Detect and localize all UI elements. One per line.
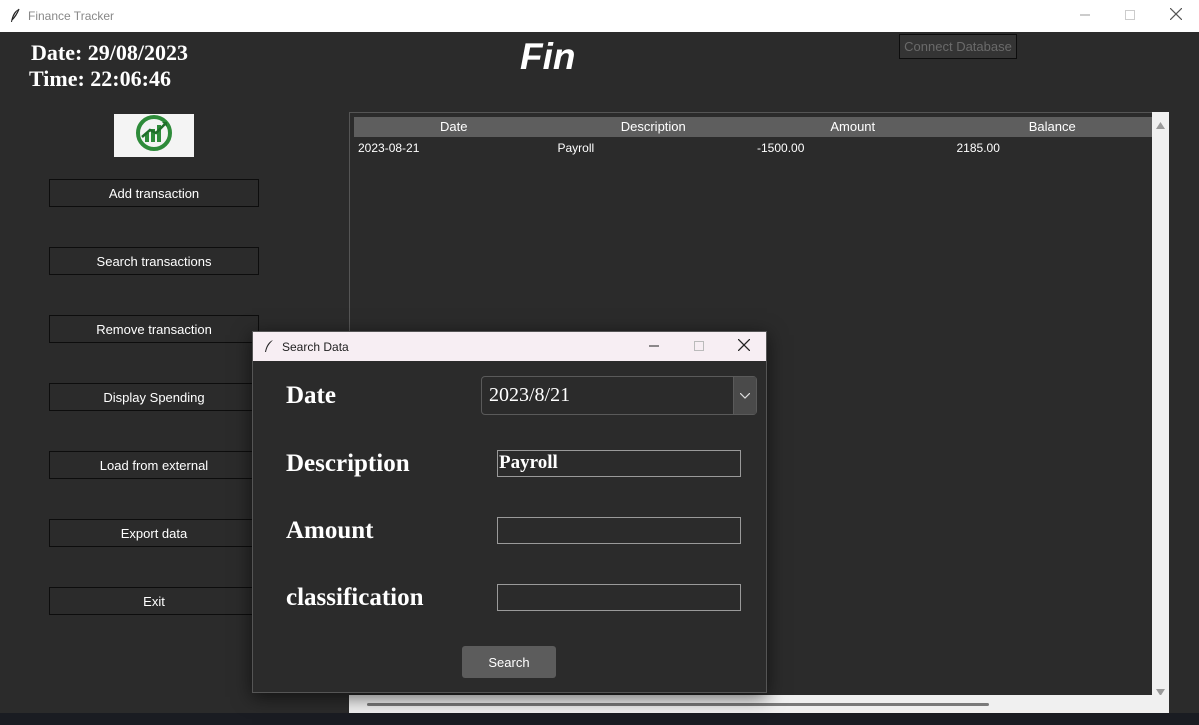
close-icon [737, 338, 750, 356]
logo-chart-icon [134, 113, 174, 158]
search-data-dialog: Search Data Date 2023/8/21 Description P… [252, 331, 767, 693]
dialog-minimize-button[interactable] [631, 332, 676, 361]
chevron-down-icon[interactable] [733, 377, 756, 414]
minimize-icon [648, 338, 659, 356]
date-select-value: 2023/8/21 [489, 384, 571, 406]
exit-button[interactable]: Exit [49, 587, 259, 615]
minimize-icon [1080, 7, 1090, 25]
close-button[interactable] [1153, 0, 1199, 32]
load-external-button[interactable]: Load from external [49, 451, 259, 479]
titlebar: Finance Tracker [0, 0, 1199, 32]
table-header: Date Description Amount Balance [354, 117, 1152, 137]
current-date: Date: 29/08/2023 [31, 40, 189, 65]
vertical-scrollbar[interactable] [1152, 112, 1169, 696]
logo [114, 114, 194, 157]
dialog-title: Search Data [282, 340, 349, 354]
amount-field[interactable] [497, 517, 741, 544]
export-data-button[interactable]: Export data [49, 519, 259, 547]
description-field[interactable]: Payroll [497, 450, 741, 477]
amount-label: Amount [286, 517, 374, 544]
feather-icon [263, 339, 275, 359]
close-icon [1169, 7, 1183, 25]
cell-date: 2023-08-21 [358, 141, 420, 155]
date-label: Date [286, 382, 336, 409]
column-header-balance[interactable]: Balance [953, 117, 1153, 137]
cell-description: Payroll [557, 141, 595, 155]
description-label: Description [286, 450, 410, 477]
maximize-icon [693, 338, 704, 356]
search-button[interactable]: Search [462, 646, 556, 678]
dialog-titlebar: Search Data [253, 332, 766, 361]
page-heading: Fin [520, 36, 576, 77]
classification-label: classification [286, 584, 424, 611]
add-transaction-button[interactable]: Add transaction [49, 179, 259, 207]
date-select[interactable]: 2023/8/21 [481, 376, 757, 415]
window-title: Finance Tracker [28, 9, 115, 23]
classification-field[interactable] [497, 584, 741, 611]
current-time: Time: 22:06:46 [29, 66, 171, 91]
cell-balance: 2185.00 [956, 141, 1000, 155]
scroll-up-icon[interactable] [1156, 116, 1165, 134]
connect-database-button[interactable]: Connect Database [899, 34, 1017, 59]
feather-icon [8, 8, 22, 24]
search-transactions-button[interactable]: Search transactions [49, 247, 259, 275]
maximize-button[interactable] [1107, 0, 1153, 32]
dialog-maximize-button[interactable] [676, 332, 721, 361]
minimize-button[interactable] [1062, 0, 1108, 32]
remove-transaction-button[interactable]: Remove transaction [49, 315, 259, 343]
display-spending-button[interactable]: Display Spending [49, 383, 259, 411]
table-row[interactable]: 2023-08-21 Payroll -1500.00 2185.00 [354, 138, 1152, 158]
horizontal-scroll-thumb[interactable] [367, 703, 989, 706]
cell-amount: -1500.00 [757, 141, 805, 155]
column-header-description[interactable]: Description [554, 117, 754, 137]
column-header-date[interactable]: Date [354, 117, 554, 137]
dialog-close-button[interactable] [721, 332, 766, 361]
description-field-value: Payroll [499, 452, 558, 473]
column-header-amount[interactable]: Amount [753, 117, 953, 137]
maximize-icon [1125, 7, 1135, 25]
